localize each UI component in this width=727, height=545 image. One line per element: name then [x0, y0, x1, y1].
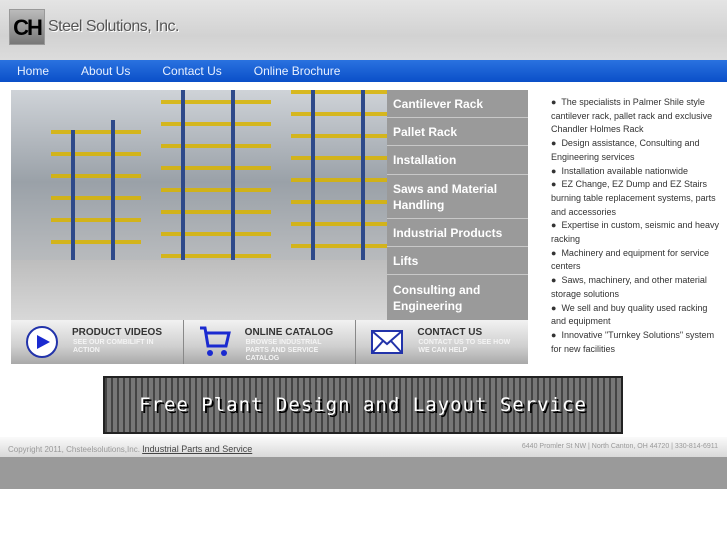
- contact-us-button[interactable]: CONTACT US CONTACT US TO SEE HOW WE CAN …: [356, 320, 529, 364]
- logo[interactable]: CH: [9, 9, 45, 45]
- list-item: ● Saws, machinery, and other material st…: [551, 275, 707, 299]
- feature-list: ● The specialists in Palmer Shile style …: [551, 96, 721, 356]
- menu-industrial-products[interactable]: Industrial Products: [387, 219, 528, 247]
- copyright: Copyright 2011, Chsteelsolutions,Inc.: [8, 445, 140, 454]
- list-item: ● Machinery and equipment for service ce…: [551, 247, 710, 272]
- product-videos-button[interactable]: PRODUCT VIDEOS SEE OUR COMBILIFT IN ACTI…: [11, 320, 184, 364]
- nav-about-us[interactable]: About Us: [81, 60, 130, 82]
- list-item: ● Expertise in custom, seismic and heavy…: [551, 220, 720, 245]
- menu-lifts[interactable]: Lifts: [387, 247, 528, 275]
- promo-title: PRODUCT VIDEOS: [72, 327, 163, 338]
- main-nav: Home About Us Contact Us Online Brochure: [0, 60, 727, 82]
- list-item: ● EZ Change, EZ Dump and EZ Stairs burni…: [551, 179, 716, 217]
- list-item: ● We sell and buy quality used racking a…: [551, 302, 708, 327]
- promo-title: ONLINE CATALOG: [244, 327, 334, 338]
- list-item: ● The specialists in Palmer Shile style …: [551, 97, 713, 135]
- online-catalog-button[interactable]: ONLINE CATALOG BROWSE INDUSTRIAL PARTS A…: [183, 320, 357, 364]
- list-item: ● Installation available nationwide: [551, 165, 689, 176]
- menu-consulting-engineering[interactable]: Consulting and Engineering: [387, 275, 528, 320]
- banner-text: Free Plant Design and Layout Service: [139, 394, 587, 416]
- promo-buttons: PRODUCT VIDEOS SEE OUR COMBILIFT IN ACTI…: [11, 320, 529, 364]
- industrial-parts-link[interactable]: Industrial Parts and Service: [142, 444, 252, 454]
- menu-pallet-rack[interactable]: Pallet Rack: [387, 118, 528, 146]
- logo-text: Steel Solutions, Inc.: [48, 18, 179, 35]
- promo-subtitle: CONTACT US TO SEE HOW WE CAN HELP: [418, 339, 511, 354]
- promo-subtitle: BROWSE INDUSTRIAL PARTS AND SERVICE CATA…: [245, 339, 322, 362]
- warehouse-rack-photo: [11, 90, 387, 320]
- envelope-icon: [371, 330, 404, 354]
- promo-title: CONTACT US: [417, 327, 483, 338]
- address: 6440 Promler St NW | North Canton, OH 44…: [521, 443, 718, 450]
- nav-online-brochure[interactable]: Online Brochure: [254, 60, 341, 82]
- shopping-cart-icon: [199, 326, 231, 356]
- footer: Copyright 2011, Chsteelsolutions,Inc. In…: [0, 437, 727, 457]
- promo-subtitle: SEE OUR COMBILIFT IN ACTION: [73, 339, 154, 354]
- header: CH Steel Solutions, Inc.: [0, 0, 727, 60]
- list-item: ● Design assistance, Consulting and Engi…: [551, 138, 700, 162]
- menu-saws-material-handling[interactable]: Saws and Material Handling: [387, 175, 528, 219]
- menu-installation[interactable]: Installation: [387, 146, 528, 175]
- side-menu: Cantilever Rack Pallet Rack Installation…: [387, 90, 528, 320]
- plant-design-banner[interactable]: Free Plant Design and Layout Service: [103, 376, 623, 434]
- play-icon: [26, 326, 58, 358]
- list-item: ● Innovative "Turnkey Solutions" system …: [551, 329, 715, 354]
- nav-home[interactable]: Home: [17, 60, 49, 82]
- nav-contact-us[interactable]: Contact Us: [162, 60, 221, 82]
- footer-bar: [0, 457, 727, 489]
- menu-cantilever-rack[interactable]: Cantilever Rack: [387, 90, 528, 118]
